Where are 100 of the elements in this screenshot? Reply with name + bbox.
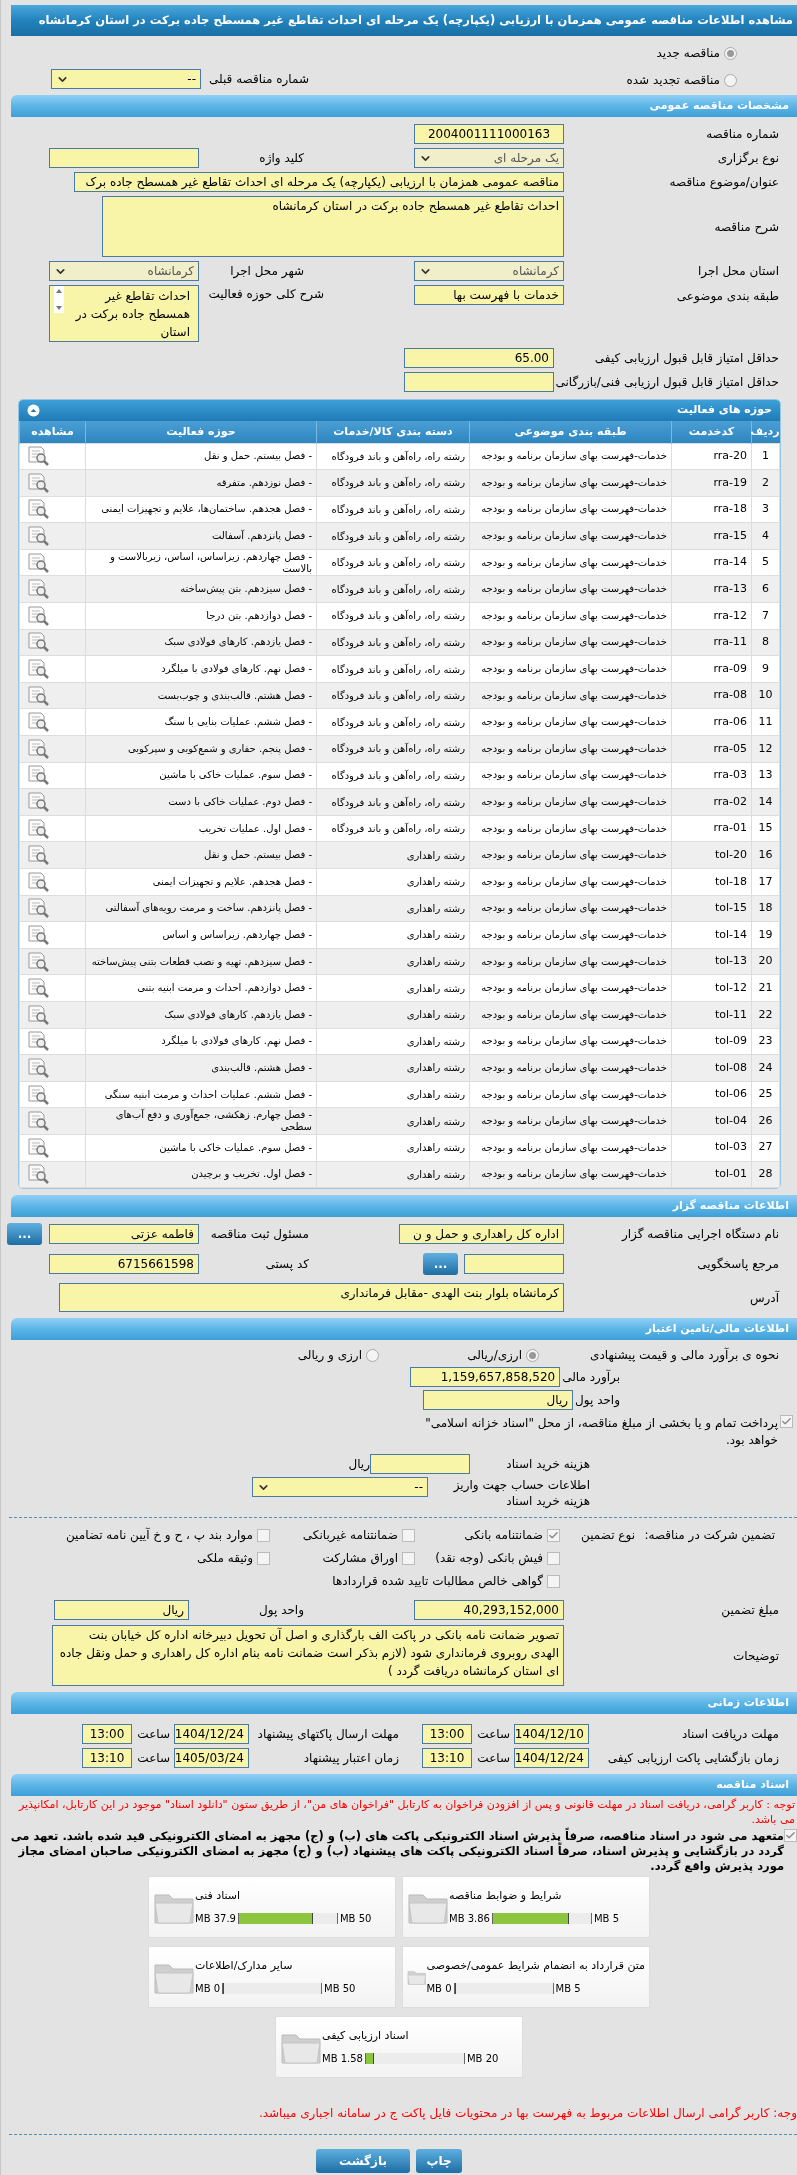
text-field[interactable]: 1,159,657,858,520 [410, 1367, 561, 1388]
checkbox[interactable] [257, 1551, 270, 1565]
table-cell: خدمات-فهرست بهای سازمان برنامه و بودجه [469, 788, 672, 816]
text-field[interactable]: 1404/12/24 [174, 1724, 249, 1745]
text-field[interactable]: ریال [54, 1600, 189, 1621]
table-cell: rra-12 [671, 602, 752, 630]
checkbox[interactable] [402, 1551, 415, 1565]
table-cell: رشته راه، راه‌آهن و باند فرودگاه [316, 496, 470, 523]
footer-notice: وجه: کاربر گرامی ارسال اطلاعات مربوط به فهرست بها در محتویات فایل پاکت ج در سامانه اجباری میباشد. [257, 2105, 797, 2123]
document-search-icon[interactable] [26, 1056, 50, 1079]
text-area[interactable]: کرمانشاه بلوار بنت الهدی -مقابل فرمانداری [59, 1283, 564, 1313]
table-cell: رشته راه، راه‌آهن و باند فرودگاه [316, 815, 470, 842]
text-field[interactable]: ریال [423, 1390, 574, 1411]
document-search-icon[interactable] [26, 1003, 50, 1026]
document-search-icon[interactable] [26, 658, 50, 681]
radio-button[interactable] [526, 1348, 539, 1362]
table-cell: - فصل سوم. عملیات خاکی با ماشین [85, 762, 317, 789]
document-search-icon[interactable] [26, 1030, 50, 1053]
lookup-button[interactable]: ... [7, 1223, 42, 1246]
document-search-icon[interactable] [26, 897, 50, 920]
document-search-icon[interactable] [26, 551, 50, 574]
document-search-icon[interactable] [26, 950, 50, 973]
table-cell: - فصل بیستم. حمل و نقل [85, 841, 317, 869]
text-area[interactable]: احداث تقاطع غیر همسطح جاده برکت در استان کرمانشاه [102, 196, 564, 257]
text-field[interactable] [370, 1454, 470, 1475]
document-search-icon[interactable] [26, 817, 50, 840]
radio-button[interactable] [724, 46, 737, 60]
field-label: نام دستگاه اجرایی مناقصه گزار [620, 1226, 779, 1244]
document-search-icon[interactable] [26, 924, 50, 946]
select-field[interactable]: -- [252, 1477, 428, 1498]
field-label: ضمانتنامه بانکی [464, 1527, 543, 1545]
document-search-icon[interactable] [26, 977, 50, 1000]
select-field[interactable]: کرمانشاه [414, 261, 564, 281]
documents-notice: توجه : کاربر گرامی، دریافت اسناد در مهلت قانونی و پس از افزودن فراخوان به کارتابل "فراخوان های من"، از طریق ستون "دانلود اسناد" موجود در این کارتابل، امکانپذیر می باشد. [17, 1797, 796, 1827]
table-cell: 21 [751, 974, 780, 1002]
document-search-icon[interactable] [26, 445, 50, 468]
checkbox[interactable] [402, 1528, 415, 1542]
file-size: 1.58 MB [322, 2051, 363, 2066]
table-cell: 28 [751, 1161, 780, 1188]
text-field[interactable]: 13:00 [82, 1724, 132, 1745]
action-button[interactable]: بازگشت [316, 2149, 410, 2174]
document-search-icon[interactable] [26, 1163, 50, 1186]
document-search-icon[interactable] [26, 471, 50, 494]
radio-button[interactable] [366, 1348, 379, 1362]
text-field[interactable]: خدمات با فهرست بها [414, 285, 564, 305]
text-area[interactable]: تصویر ضمانت نامه بانکی در پاکت الف بارگذاری و اصل آن تحویل دبیرخانه اداره کل خیابان بنت الهدی روبروی فرمانداری شود (لازم بذکر است ضمانت نامه بنام اداره کل راهداری و حمل ونقل جاده ای استان کرمانشاه دریافت گردد ) [52, 1625, 564, 1687]
document-search-icon[interactable] [26, 1110, 50, 1133]
text-field[interactable]: 6715661598 [49, 1254, 199, 1275]
field-label: ارزی و ریالی [297, 1347, 362, 1365]
select-field[interactable]: کرمانشاه [49, 261, 199, 281]
checkbox[interactable] [547, 1574, 560, 1588]
field-label: نوع تضمین [580, 1527, 635, 1545]
file-size: 3.86 MB [449, 1911, 490, 1926]
text-field[interactable]: مناقصه عمومی همزمان با ارزیابی (یکپارچه) یک مرحله ای احداث تقاطع غیر همسطح جاده برک [74, 172, 564, 192]
document-search-icon[interactable] [26, 791, 50, 813]
document-search-icon[interactable] [26, 684, 50, 707]
document-search-icon[interactable] [26, 764, 50, 787]
document-search-icon[interactable] [26, 498, 50, 521]
column-header: دسته بندی کالا/خدمات [316, 421, 470, 443]
text-field[interactable]: 1405/03/24 [174, 1748, 249, 1769]
document-search-icon[interactable] [26, 737, 50, 760]
document-search-icon[interactable] [26, 844, 50, 867]
checkbox[interactable] [780, 1415, 793, 1429]
text-field[interactable]: 1404/12/24 [514, 1748, 589, 1769]
table-cell: 25 [751, 1081, 780, 1108]
document-search-icon[interactable] [26, 578, 50, 601]
document-search-icon[interactable] [26, 1083, 50, 1106]
checkbox[interactable] [784, 1829, 797, 1843]
document-search-icon[interactable] [26, 631, 50, 654]
text-field[interactable]: 13:00 [422, 1724, 472, 1745]
table-cell: tol-14 [671, 921, 752, 949]
text-field[interactable] [404, 372, 554, 392]
document-search-icon[interactable] [26, 604, 50, 627]
text-field[interactable] [49, 148, 199, 168]
text-field[interactable]: 13:10 [422, 1748, 472, 1769]
document-search-icon[interactable] [26, 1136, 50, 1159]
select-field[interactable]: -- [51, 69, 201, 89]
text-field[interactable] [464, 1254, 564, 1275]
collapse-icon[interactable] [27, 404, 40, 417]
radio-button[interactable] [724, 73, 737, 87]
document-search-icon[interactable] [26, 870, 50, 893]
select-field[interactable]: یک مرحله ای [414, 148, 564, 168]
text-field[interactable]: 13:10 [82, 1748, 132, 1769]
text-area[interactable]: احداث تقاطع غیر همسطح جاده برکت در استان [49, 285, 199, 342]
checkbox[interactable] [257, 1528, 270, 1542]
text-field[interactable]: فاطمه عزتی [49, 1224, 199, 1245]
table-cell: رشته راهداری [316, 1134, 470, 1162]
text-field[interactable]: 40,293,152,000 [414, 1600, 564, 1621]
checkbox[interactable] [547, 1528, 560, 1542]
text-field[interactable]: 2004001111000163 [414, 124, 564, 144]
table-cell: خدمات-فهرست بهای سازمان برنامه و بودجه [469, 762, 672, 789]
lookup-button[interactable]: ... [423, 1253, 458, 1276]
document-search-icon[interactable] [26, 711, 50, 734]
text-field[interactable]: 65.00 [404, 348, 554, 368]
text-field[interactable]: اداره کل راهداری و حمل و ن [399, 1224, 564, 1245]
text-field[interactable]: 1404/12/10 [514, 1724, 589, 1745]
field-label: هزینه خرید اسناد [505, 1456, 590, 1474]
checkbox[interactable] [547, 1551, 560, 1565]
action-button[interactable]: چاپ [416, 2149, 462, 2174]
document-search-icon[interactable] [26, 525, 50, 548]
